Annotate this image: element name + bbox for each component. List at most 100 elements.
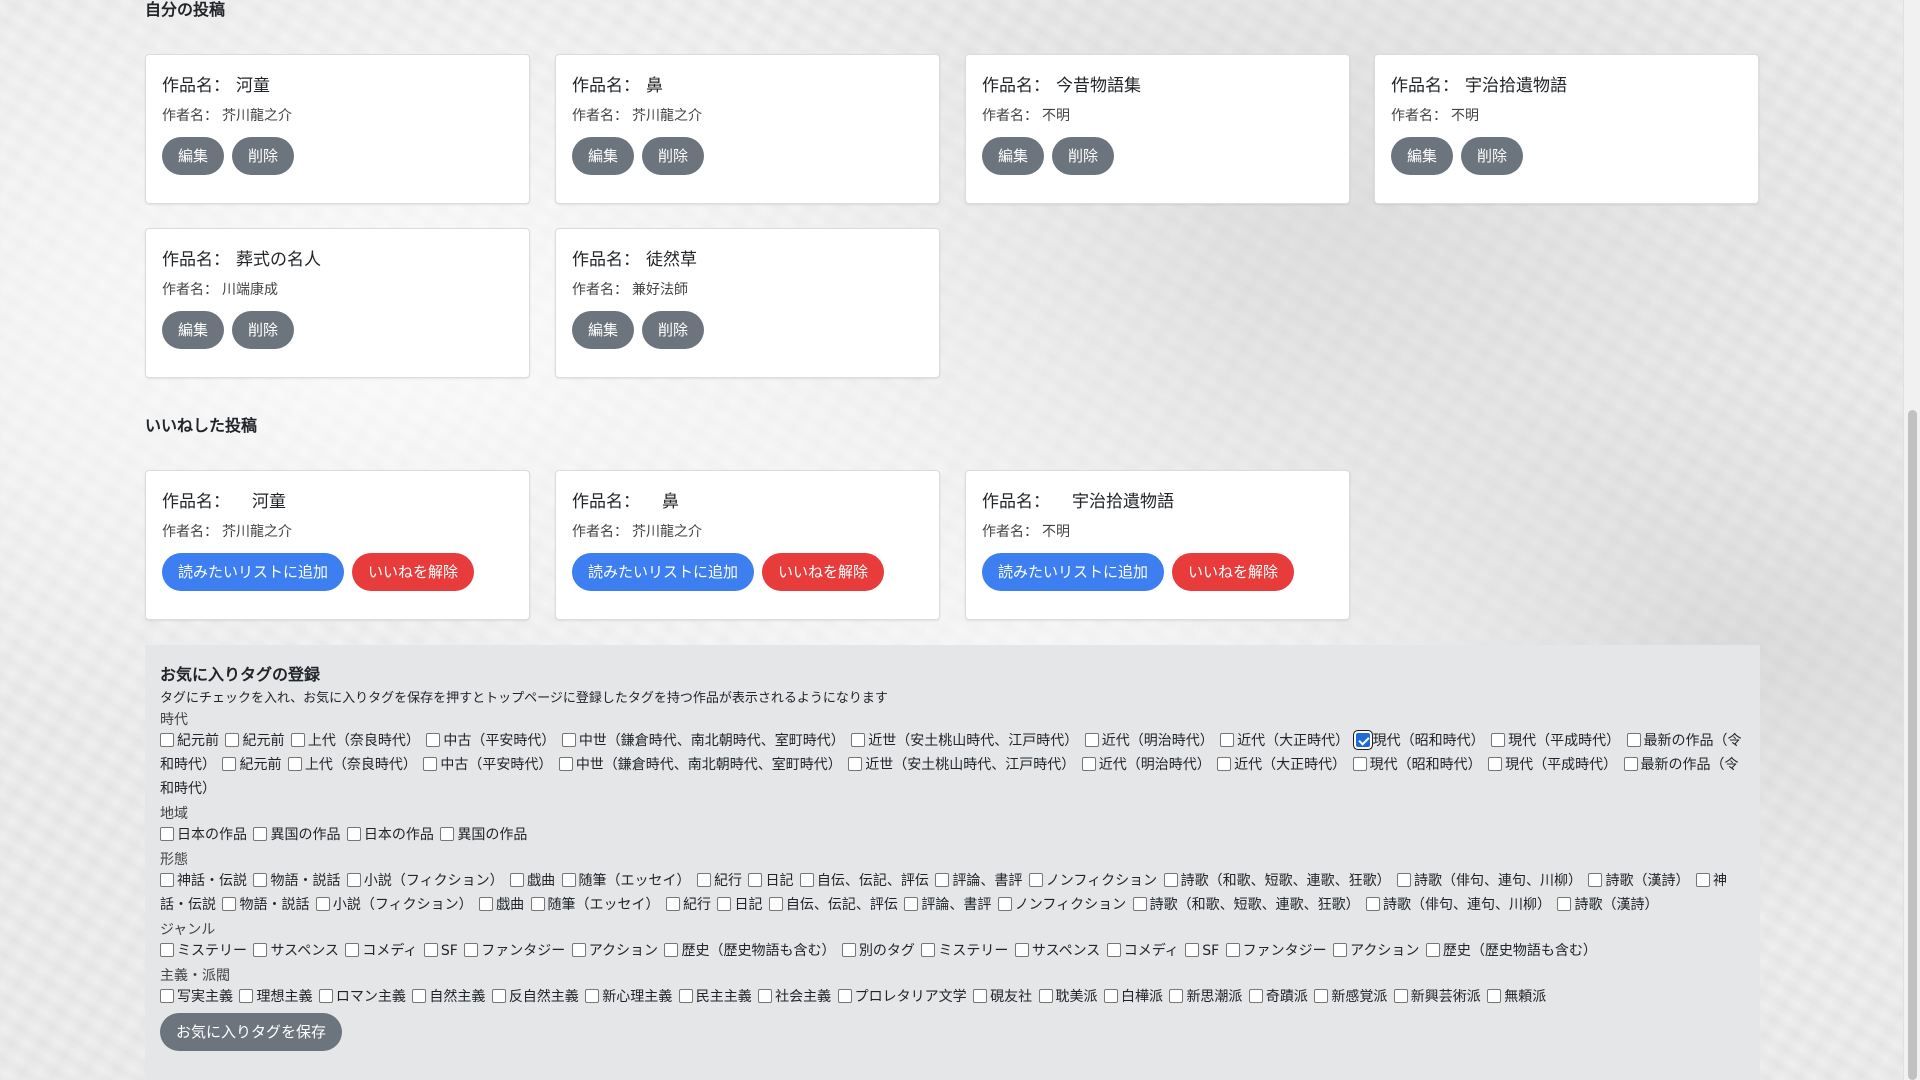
tag-label[interactable]: 随筆（エッセイ） [579,873,691,889]
tag-option[interactable]: 近世（安土桃山時代、江戸時代） [851,733,1080,749]
unlike-button[interactable]: いいねを解除 [352,553,475,591]
unlike-button[interactable]: いいねを解除 [762,553,885,591]
tag-option[interactable]: 物語・説話 [222,897,311,913]
tag-option[interactable]: 異国の作品 [440,827,529,843]
tag-option[interactable]: 近代（大正時代） [1217,757,1348,773]
tag-label[interactable]: コメディ [1124,943,1179,959]
unlike-button[interactable]: いいねを解除 [1172,553,1295,591]
tag-checkbox[interactable] [160,989,174,1003]
tag-option[interactable]: 評論、書評 [935,873,1024,889]
tag-label[interactable]: 日本の作品 [177,827,247,843]
tag-checkbox[interactable] [1014,943,1029,957]
tag-checkbox[interactable] [1132,897,1147,911]
tag-checkbox[interactable] [1366,897,1381,911]
tag-label[interactable]: 中世（鎌倉時代、南北朝時代、室町時代） [576,757,842,773]
tag-label[interactable]: ミステリー [177,943,247,959]
tag-option[interactable]: 小説（フィクション） [346,873,506,889]
tag-checkbox[interactable] [561,873,576,887]
tag-label[interactable]: 詩歌（俳句、連句、川柳） [1414,873,1582,889]
tag-label[interactable]: 小説（フィクション） [364,873,504,889]
tag-checkbox[interactable] [239,989,254,1003]
tag-label[interactable]: 近世（安土桃山時代、江戸時代） [868,733,1078,749]
tag-checkbox[interactable] [841,943,856,957]
tag-label[interactable]: 詩歌（和歌、短歌、連歌、狂歌） [1181,873,1391,889]
tag-checkbox[interactable] [346,827,361,841]
delete-button[interactable]: 削除 [642,137,705,175]
tag-checkbox[interactable] [491,989,506,1003]
tag-checkbox[interactable] [1081,757,1096,771]
add-to-reading-list-button[interactable]: 読みたいリストに追加 [982,553,1165,591]
tag-option[interactable]: SF [423,943,460,959]
tag-label[interactable]: 白樺派 [1121,989,1163,1005]
tag-checkbox[interactable] [160,943,174,957]
tag-label[interactable]: 日記 [734,897,762,913]
tag-label[interactable]: 新心理主義 [602,989,672,1005]
tag-checkbox[interactable] [530,897,545,911]
edit-button[interactable]: 編集 [982,137,1045,175]
tag-option[interactable]: 日記 [717,897,764,913]
tag-label[interactable]: 近代（大正時代） [1237,733,1349,749]
add-to-reading-list-button[interactable]: 読みたいリストに追加 [572,553,755,591]
tag-checkbox[interactable] [440,827,455,841]
tag-checkbox[interactable] [997,897,1012,911]
tag-label[interactable]: サスペンス [270,943,338,959]
tag-label[interactable]: 異国の作品 [457,827,527,843]
tag-option[interactable]: ノンフィクション [1028,873,1159,889]
tag-option[interactable]: 社会主義 [758,989,833,1005]
tag-option[interactable]: 詩歌（俳句、連句、川柳） [1366,897,1553,913]
tag-option[interactable]: 新興芸術派 [1393,989,1483,1005]
tag-checkbox[interactable] [318,989,333,1003]
tag-checkbox[interactable] [222,757,237,771]
tag-label[interactable]: 理想主義 [256,989,312,1005]
tag-label[interactable]: 中世（鎌倉時代、南北朝時代、室町時代） [579,733,845,749]
delete-button[interactable]: 削除 [1052,137,1115,175]
tag-checkbox[interactable] [423,943,438,957]
tag-checkbox[interactable] [1333,943,1348,957]
tag-checkbox[interactable] [973,989,988,1003]
tag-label[interactable]: 中古（平安時代） [443,733,555,749]
tag-label[interactable]: 歴史（歴史物語も含む） [1443,943,1597,959]
tag-checkbox[interactable] [1220,733,1235,747]
tag-checkbox[interactable] [758,989,773,1003]
tag-label[interactable]: 現代（平成時代） [1505,757,1617,773]
tag-label[interactable]: 物語・説話 [270,873,340,889]
tag-label[interactable]: 上代（奈良時代） [308,733,420,749]
tag-label[interactable]: 異国の作品 [270,827,340,843]
tag-label[interactable]: 現代（昭和時代） [1370,757,1482,773]
tag-checkbox[interactable] [1425,943,1440,957]
tag-label[interactable]: 民主主義 [696,989,752,1005]
tag-option[interactable]: 現代（昭和時代） [1355,733,1487,749]
tag-checkbox[interactable] [848,757,863,771]
tag-checkbox[interactable] [1225,943,1240,957]
save-favorite-tags-button[interactable]: お気に入りタグを保存 [160,1013,343,1051]
tag-label[interactable]: 現代（平成時代） [1508,733,1620,749]
tag-option[interactable]: ミステリー [921,943,1010,959]
tag-label[interactable]: 写実主義 [177,989,233,1005]
tag-label[interactable]: 耽美派 [1056,989,1098,1005]
edit-button[interactable]: 編集 [162,137,225,175]
tag-option[interactable]: 日本の作品 [346,827,436,843]
tag-option[interactable]: 小説（フィクション） [315,897,475,913]
tag-label[interactable]: 新興芸術派 [1411,989,1481,1005]
tag-option[interactable]: 日本の作品 [160,827,249,843]
tag-label[interactable]: ノンフィクション [1046,873,1157,889]
tag-option[interactable]: 現代（昭和時代） [1352,757,1484,773]
edit-button[interactable]: 編集 [572,311,635,349]
tag-checkbox[interactable] [253,873,268,887]
page-scrollbar[interactable] [1903,0,1920,1080]
tag-checkbox[interactable] [345,943,360,957]
tag-label[interactable]: 歴史（歴史物語も含む） [681,943,835,959]
tag-option[interactable]: 新思潮派 [1169,989,1244,1005]
tag-label[interactable]: 現代（昭和時代） [1373,733,1485,749]
tag-checkbox[interactable] [160,827,174,841]
tag-checkbox[interactable] [1169,989,1184,1003]
tag-label[interactable]: ノンフィクション [1015,897,1126,913]
tag-checkbox[interactable] [510,873,525,887]
tag-option[interactable]: 新感覚派 [1314,989,1389,1005]
delete-button[interactable]: 削除 [232,311,295,349]
add-to-reading-list-button[interactable]: 読みたいリストに追加 [162,553,345,591]
tag-checkbox[interactable] [748,873,763,887]
tag-option[interactable]: 詩歌（和歌、短歌、連歌、狂歌） [1163,873,1393,889]
tag-checkbox[interactable] [412,989,427,1003]
tag-checkbox[interactable] [1588,873,1603,887]
